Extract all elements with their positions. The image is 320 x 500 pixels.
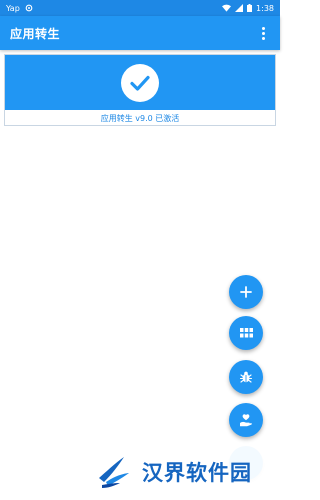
grid-icon bbox=[239, 328, 253, 338]
fab-add-button[interactable] bbox=[229, 275, 263, 309]
watermark: 汉界软件园 bbox=[80, 444, 280, 500]
status-time: 1:38 bbox=[256, 3, 274, 13]
watermark-logo-icon bbox=[99, 457, 129, 488]
fab-donate-button[interactable] bbox=[229, 403, 263, 437]
battery-icon bbox=[247, 4, 253, 12]
app-bar: 应用转生 bbox=[0, 16, 280, 50]
heart-hand-icon bbox=[240, 414, 252, 427]
wifi-icon bbox=[222, 4, 232, 12]
fab-apps-button[interactable] bbox=[229, 316, 263, 350]
more-vert-icon[interactable] bbox=[256, 23, 270, 43]
status-left: Yap bbox=[6, 4, 33, 13]
status-right: 1:38 bbox=[222, 4, 274, 13]
activation-status-text: 应用转生 v9.0 已激活 bbox=[100, 113, 180, 123]
sync-icon bbox=[25, 4, 33, 12]
status-left-text: Yap bbox=[6, 3, 20, 13]
watermark-text: 汉界软件园 bbox=[142, 461, 252, 485]
fab-bug-button[interactable] bbox=[229, 360, 263, 394]
bug-icon bbox=[239, 371, 253, 383]
signal-icon bbox=[235, 4, 244, 12]
check-icon bbox=[121, 63, 159, 102]
plus-icon bbox=[240, 286, 252, 298]
app-title: 应用转生 bbox=[10, 26, 61, 41]
status-bar: Yap 1:38 bbox=[0, 0, 280, 16]
status-card-banner bbox=[5, 55, 275, 110]
activation-status-card[interactable]: 应用转生 v9.0 已激活 bbox=[4, 54, 276, 126]
